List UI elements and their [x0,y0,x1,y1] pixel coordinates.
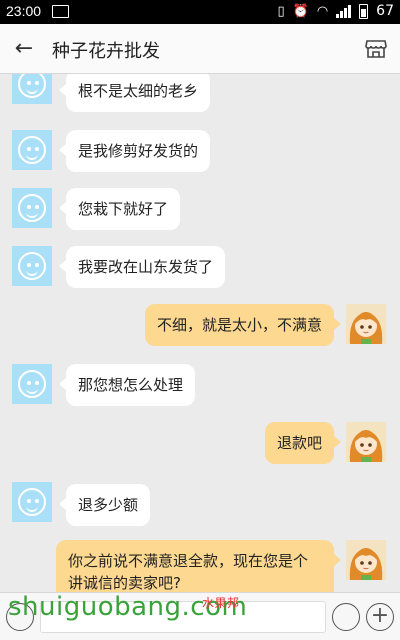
smiley-icon [18,194,46,222]
message-bubble[interactable]: 不细，就是太小，不满意 [144,304,342,346]
buyer-avatar[interactable] [346,304,386,344]
vibrate-icon: ▯ [277,3,285,19]
plus-icon[interactable]: + [366,603,394,631]
chat-title: 种子花卉批发 [52,41,160,62]
smiley-icon [18,252,46,280]
emoji-icon[interactable] [332,603,360,631]
cartoon-girl-icon [346,540,386,580]
status-time: 23:00 [6,3,42,19]
message-bubble[interactable]: 是我修剪好发货的 [58,130,211,172]
voice-icon[interactable] [6,603,34,631]
wifi-icon: ◠ [316,3,329,19]
buyer-avatar[interactable] [346,540,386,580]
battery-level: 67 [376,3,394,19]
back-arrow-icon[interactable]: ← [10,35,38,63]
smiley-icon [18,136,46,164]
message-bubble[interactable]: 退多少额 [58,484,151,526]
store-icon[interactable] [364,37,388,61]
battery-icon [359,3,369,19]
seller-avatar[interactable] [12,364,52,404]
message-bubble[interactable]: 你之前说不满意退全款，现在您是个讲诚信的卖家吧? [56,540,341,592]
message-input[interactable] [40,601,326,633]
message-list[interactable]: 根不是太细的老乡 是我修剪好发货的 您栽下就好了 我要改在山东发货了 不细，就是… [0,74,400,592]
seller-avatar[interactable] [12,482,52,522]
seller-avatar[interactable] [12,130,52,170]
image-notification-icon [52,5,69,18]
buyer-avatar[interactable] [346,422,386,462]
smiley-icon [18,370,46,398]
message-bubble[interactable]: 我要改在山东发货了 [58,246,226,288]
smiley-icon [18,74,46,98]
seller-avatar[interactable] [12,188,52,228]
message-bubble[interactable]: 您栽下就好了 [58,188,181,230]
cartoon-girl-icon [346,422,386,462]
cartoon-girl-icon [346,304,386,344]
chat-header: ← 种子花卉批发 [0,24,400,74]
message-bubble[interactable]: 那您想怎么处理 [58,364,196,406]
message-bubble[interactable]: 根不是太细的老乡 [58,74,211,112]
message-bubble[interactable]: 退款吧 [264,422,342,464]
status-bar: 23:00 ▯ ⏰ ◠ 67 [0,0,400,24]
alarm-icon: ⏰ [292,3,309,19]
signal-icon [336,4,352,18]
smiley-icon [18,488,46,516]
status-icons: ▯ ⏰ ◠ 67 [277,3,394,19]
seller-avatar[interactable] [12,246,52,286]
input-bar: + [0,592,400,640]
seller-avatar[interactable] [12,74,52,104]
